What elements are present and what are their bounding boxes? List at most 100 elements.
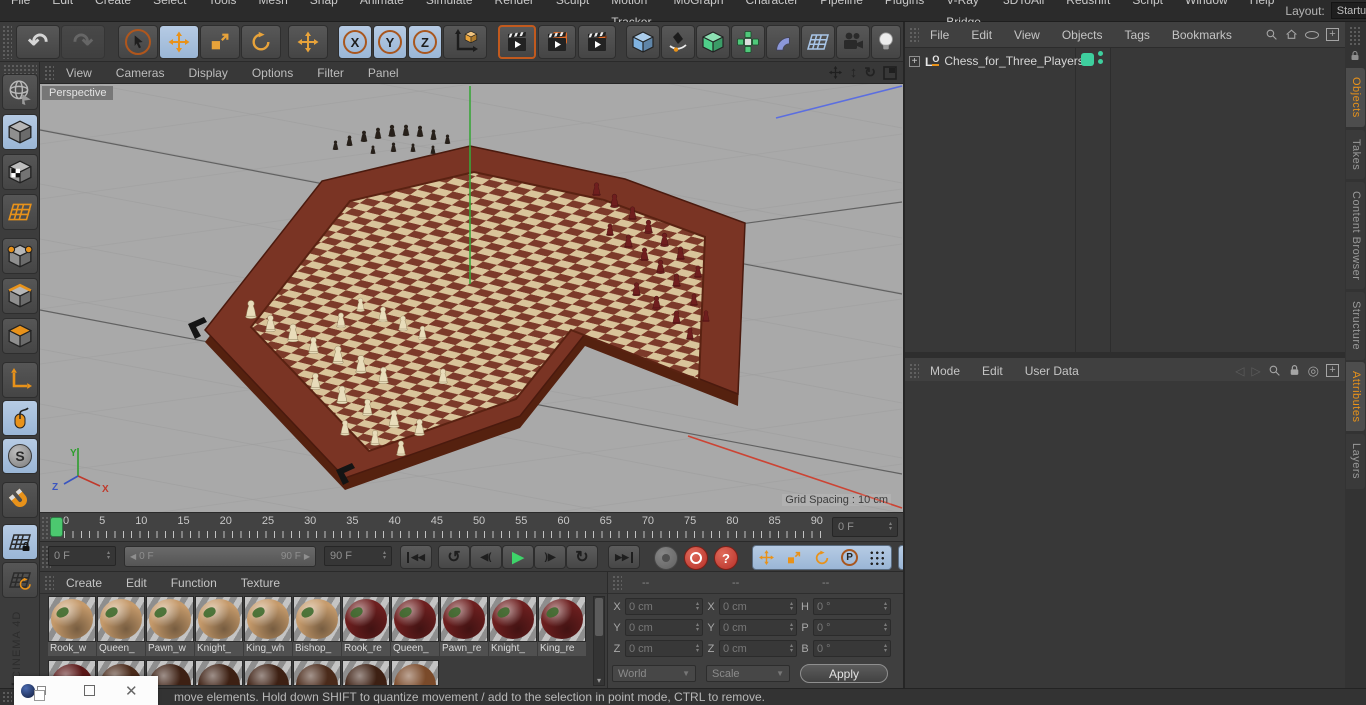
apply-button[interactable]: Apply [800, 664, 888, 683]
spinner-icon[interactable]: ▴ ▾ [107, 550, 110, 561]
search-icon[interactable] [1268, 364, 1281, 377]
editor-visibility-dot[interactable] [1098, 51, 1103, 56]
goto-start-button[interactable]: ◀◀ [400, 545, 432, 569]
home-icon[interactable] [1285, 28, 1298, 41]
status-grip[interactable] [2, 691, 12, 703]
attribute-manager-menu-item[interactable]: User Data [1014, 364, 1090, 378]
viewport-menu-item[interactable]: Display [176, 66, 239, 80]
add-deformer-button[interactable] [766, 25, 800, 59]
object-manager-grip[interactable] [909, 26, 919, 43]
scroll-down-icon[interactable]: ▾ [594, 676, 604, 685]
add-generator-button[interactable] [696, 25, 730, 59]
viewport-menu-item[interactable]: Cameras [104, 66, 177, 80]
spinner-icon[interactable]: ▴ ▾ [884, 622, 887, 633]
viewport-canvas[interactable]: Y X Z Perspective Grid Spacing : 10 cm [40, 84, 903, 512]
material-menu-item[interactable]: Edit [114, 576, 159, 590]
dock-tab[interactable]: Content Browser [1346, 182, 1365, 290]
viewport-menu-item[interactable]: View [54, 66, 104, 80]
size-field[interactable]: 0 cm ▴ ▾ [719, 640, 797, 657]
key-parameter-toggle[interactable]: P [836, 546, 864, 569]
range-left-arrow-icon[interactable]: ◀ [130, 552, 136, 561]
restore-icon[interactable] [34, 686, 46, 701]
material-tile[interactable] [244, 660, 292, 686]
spinner-icon[interactable]: ▴ ▾ [696, 643, 699, 654]
material-menu-item[interactable]: Create [54, 576, 114, 590]
keyframe-selection-button[interactable]: ? [714, 546, 738, 570]
undo-button[interactable]: ↶ [16, 25, 60, 59]
position-field[interactable]: 0 cm ▴ ▾ [625, 598, 703, 615]
material-tile[interactable]: Bishop_ [293, 596, 341, 656]
texture-mode-button[interactable] [2, 154, 38, 190]
model-mode-button[interactable] [2, 114, 38, 150]
mode-toolbar-grip[interactable] [3, 64, 37, 74]
toolbar-grip[interactable] [2, 25, 12, 59]
pan-view-icon[interactable] [828, 65, 843, 80]
edges-mode-button[interactable] [2, 278, 38, 314]
attribute-manager-menu-item[interactable]: Edit [971, 364, 1014, 378]
play-button[interactable]: ▶ [502, 545, 534, 569]
material-tile[interactable]: Knight_ [195, 596, 243, 656]
range-right-arrow-icon[interactable]: ▶ [304, 552, 310, 561]
add-camera-button[interactable] [836, 25, 870, 59]
coordinate-grip[interactable] [612, 574, 622, 591]
object-name[interactable]: Chess_for_Three_Players [944, 54, 1083, 68]
material-tile[interactable] [391, 660, 439, 686]
material-tile[interactable]: Queen_ [391, 596, 439, 656]
key-position-toggle[interactable] [753, 546, 781, 569]
previous-key-button[interactable]: ↺ [438, 545, 470, 569]
spinner-icon[interactable]: ▴ ▾ [696, 622, 699, 633]
attribute-manager-menu-item[interactable]: Mode [919, 364, 971, 378]
snap-button[interactable] [2, 482, 38, 518]
workplane-mode-button[interactable] [2, 194, 38, 230]
material-scrollbar[interactable]: ▾ [593, 596, 605, 686]
end-frame-field[interactable]: 90 F ▴ ▾ [324, 546, 392, 566]
render-picture-viewer-button[interactable] [538, 25, 576, 59]
key-rotation-toggle[interactable] [808, 546, 836, 569]
render-visibility-dot[interactable] [1098, 59, 1103, 64]
autokey-button[interactable] [684, 546, 708, 570]
points-mode-button[interactable] [2, 238, 38, 274]
coordinate-system-button[interactable] [443, 25, 487, 59]
camera-view-label[interactable]: Perspective [42, 86, 114, 100]
coordinate-system-dropdown[interactable]: World ▼ [612, 665, 696, 682]
spinner-icon[interactable]: ▴ ▾ [790, 643, 793, 654]
lock-workplane-button[interactable] [2, 524, 38, 560]
enable-axis-button[interactable] [2, 362, 38, 398]
previous-frame-button[interactable]: ◀( [470, 545, 502, 569]
scrollbar-thumb[interactable] [595, 598, 603, 636]
expand-icon[interactable]: + [909, 55, 920, 67]
rotation-field[interactable]: 0 ° ▴ ▾ [813, 640, 891, 657]
position-field[interactable]: 0 cm ▴ ▾ [625, 640, 703, 657]
attribute-content[interactable] [905, 381, 1345, 705]
layout-dropdown[interactable]: Startup ▼ [1330, 2, 1366, 19]
key-scale-toggle[interactable] [781, 546, 809, 569]
viewport-menu-item[interactable]: Panel [356, 66, 411, 80]
size-field[interactable]: 0 cm ▴ ▾ [719, 619, 797, 636]
object-manager-menu-item[interactable]: Objects [1051, 28, 1114, 42]
target-icon[interactable]: ◎ [1308, 363, 1319, 379]
spinner-icon[interactable]: ▴ ▾ [884, 601, 887, 612]
rotation-field[interactable]: 0 ° ▴ ▾ [813, 598, 891, 615]
add-spline-button[interactable] [661, 25, 695, 59]
material-tile[interactable]: King_wh [244, 596, 292, 656]
spinner-icon[interactable]: ▴ ▾ [696, 601, 699, 612]
object-manager-menu-item[interactable]: Bookmarks [1161, 28, 1243, 42]
viewport-menu-item[interactable]: Filter [305, 66, 356, 80]
add-panel-icon[interactable]: + [1326, 364, 1339, 377]
live-selection-button[interactable] [118, 25, 158, 59]
add-light-button[interactable] [871, 25, 901, 59]
preview-range-slider[interactable]: ◀ 0 F 90 F ▶ [124, 546, 316, 567]
render-settings-button[interactable] [578, 25, 616, 59]
goto-end-button[interactable]: ▶▶ [608, 545, 640, 569]
dock-tab[interactable]: Structure [1346, 292, 1365, 360]
material-tile[interactable]: Knight_ [489, 596, 537, 656]
material-tile[interactable] [195, 660, 243, 686]
spinner-icon[interactable]: ▴ ▾ [790, 622, 793, 633]
next-key-button[interactable]: ↻ [566, 545, 598, 569]
spinner-icon[interactable]: ▴ ▾ [383, 550, 386, 561]
material-grip[interactable] [44, 574, 54, 591]
viewport-grip[interactable] [44, 64, 54, 81]
render-view-button[interactable] [498, 25, 536, 59]
material-tile[interactable]: Queen_ [97, 596, 145, 656]
dock-tab[interactable]: Objects [1346, 68, 1365, 127]
